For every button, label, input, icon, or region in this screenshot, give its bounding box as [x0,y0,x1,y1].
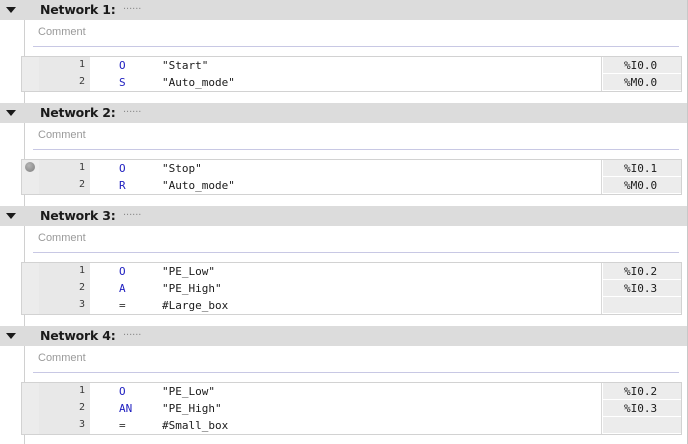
line-number: 2 [78,402,85,413]
code-line[interactable]: 3 = #Small_box [22,417,681,434]
operand[interactable]: #Small_box [162,419,228,432]
address-value: %I0.3 [624,282,658,295]
address-value: %I0.2 [624,265,658,278]
network-title-placeholder[interactable]: ...... [123,206,141,218]
stl-code-editor[interactable]: 1 O "Stop" %I0.1 2 R "Auto_mode" %M0.0 [21,159,682,195]
network-title[interactable]: Network 1: [40,2,116,17]
breakpoint-icon[interactable] [25,162,35,172]
address-cell: %I0.3 [603,280,681,297]
address-cell: %I0.2 [603,383,681,400]
instruction[interactable]: O [119,265,126,278]
line-number: 3 [78,419,85,430]
operand[interactable]: "Auto_mode" [162,179,235,192]
code-line[interactable]: 1 O "Stop" %I0.1 [22,160,681,177]
address-cell [603,297,681,314]
line-number: 2 [78,76,85,87]
line-number: 1 [78,59,85,70]
instruction[interactable]: S [119,76,126,89]
collapse-triangle-icon[interactable] [6,110,16,116]
address-value: %I0.0 [624,59,658,72]
stl-code-editor[interactable]: 1 O "Start" %I0.0 2 S "Auto_mode" %M0.0 [21,56,682,92]
collapse-triangle-icon[interactable] [6,333,16,339]
network-comment-field[interactable]: Comment [33,20,679,47]
instruction[interactable]: R [119,179,126,192]
line-number: 3 [78,299,85,310]
network-3: Network 3: ...... Comment 1 O "PE_Low" %… [0,206,688,326]
line-number: 2 [78,179,85,190]
network-header[interactable]: Network 2: ...... [0,103,688,123]
network-title-placeholder[interactable]: ...... [123,326,141,338]
network-title[interactable]: Network 3: [40,208,116,223]
code-line[interactable]: 2 AN "PE_High" %I0.3 [22,400,681,417]
address-cell: %I0.3 [603,400,681,417]
address-value: %I0.1 [624,162,658,175]
code-line[interactable]: 2 A "PE_High" %I0.3 [22,280,681,297]
operand[interactable]: "PE_Low" [162,385,215,398]
instruction[interactable]: A [119,282,126,295]
address-cell: %I0.0 [603,57,681,74]
address-cell: %I0.1 [603,160,681,177]
code-line[interactable]: 2 R "Auto_mode" %M0.0 [22,177,681,194]
instruction[interactable]: = [119,299,126,312]
line-number: 1 [78,265,85,276]
operand[interactable]: "Auto_mode" [162,76,235,89]
network-4: Network 4: ...... Comment 1 O "PE_Low" %… [0,326,688,444]
network-header[interactable]: Network 4: ...... [0,326,688,346]
instruction[interactable]: AN [119,402,132,415]
address-value: %M0.0 [624,179,658,192]
code-line[interactable]: 1 O "Start" %I0.0 [22,57,681,74]
code-line[interactable]: 1 O "PE_Low" %I0.2 [22,383,681,400]
address-value: %M0.0 [624,76,658,89]
instruction[interactable]: O [119,385,126,398]
operand[interactable]: "PE_High" [162,402,222,415]
stl-code-editor[interactable]: 1 O "PE_Low" %I0.2 2 A "PE_High" %I0.3 3… [21,262,682,315]
comment-placeholder: Comment [38,129,86,141]
address-cell: %M0.0 [603,74,681,91]
address-cell: %I0.2 [603,263,681,280]
comment-placeholder: Comment [38,232,86,244]
comment-placeholder: Comment [38,26,86,38]
address-cell: %M0.0 [603,177,681,194]
stl-code-editor[interactable]: 1 O "PE_Low" %I0.2 2 AN "PE_High" %I0.3 … [21,382,682,435]
instruction[interactable]: = [119,419,126,432]
operand[interactable]: "Start" [162,59,208,72]
line-number: 1 [78,385,85,396]
instruction[interactable]: O [119,162,126,175]
address-cell [603,417,681,434]
network-title[interactable]: Network 2: [40,105,116,120]
address-value: %I0.3 [624,402,658,415]
operand[interactable]: "PE_High" [162,282,222,295]
network-header[interactable]: Network 1: ...... [0,0,688,20]
network-2: Network 2: ...... Comment 1 O "Stop" %I0… [0,103,688,206]
network-comment-field[interactable]: Comment [33,123,679,150]
network-title[interactable]: Network 4: [40,328,116,343]
comment-placeholder: Comment [38,352,86,364]
network-title-placeholder[interactable]: ...... [123,103,141,115]
line-number: 2 [78,282,85,293]
operand[interactable]: #Large_box [162,299,228,312]
network-header[interactable]: Network 3: ...... [0,206,688,226]
network-title-placeholder[interactable]: ...... [123,0,141,12]
code-line[interactable]: 2 S "Auto_mode" %M0.0 [22,74,681,91]
address-value: %I0.2 [624,385,658,398]
collapse-triangle-icon[interactable] [6,7,16,13]
operand[interactable]: "Stop" [162,162,202,175]
line-number: 1 [78,162,85,173]
operand[interactable]: "PE_Low" [162,265,215,278]
code-line[interactable]: 3 = #Large_box [22,297,681,314]
network-1: Network 1: ...... Comment 1 O "Start" %I… [0,0,688,103]
instruction[interactable]: O [119,59,126,72]
collapse-triangle-icon[interactable] [6,213,16,219]
code-line[interactable]: 1 O "PE_Low" %I0.2 [22,263,681,280]
network-comment-field[interactable]: Comment [33,226,679,253]
network-comment-field[interactable]: Comment [33,346,679,373]
